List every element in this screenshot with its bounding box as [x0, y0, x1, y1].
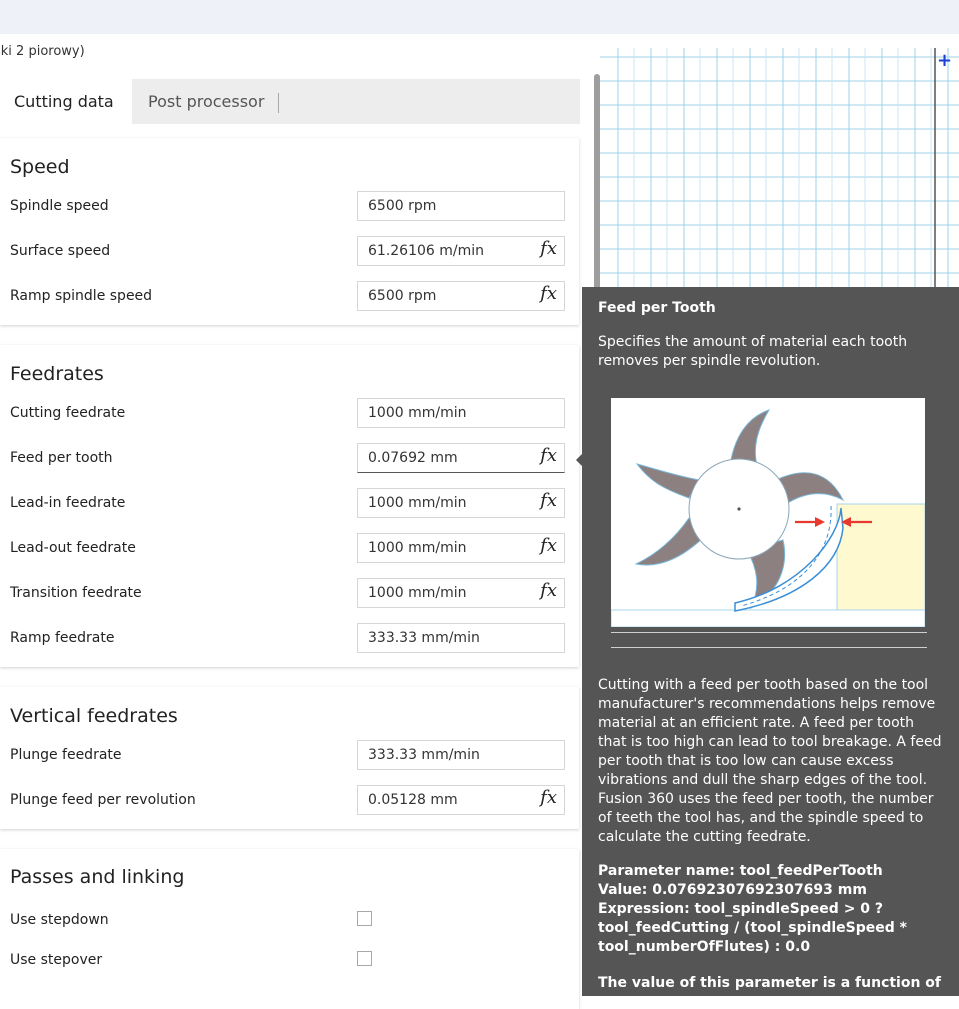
- grid-lines: [600, 48, 959, 296]
- origin-plus-icon: +: [937, 50, 953, 71]
- use-stepover-row: Use stepover: [10, 945, 566, 975]
- tooltip-function-note: The value of this parameter is a functio…: [598, 975, 942, 991]
- surface-speed-input[interactable]: 61.26106 m/min fx: [357, 236, 565, 266]
- passes-linking-section: Passes and linking Use stepdown Use step…: [0, 849, 579, 1009]
- formula-icon[interactable]: fx: [540, 490, 557, 511]
- feed-per-tooth-row: Feed per tooth 0.07692 mm fx: [10, 443, 566, 473]
- parameter-expression: Expression: tool_spindleSpeed > 0 ? tool…: [598, 901, 907, 955]
- field-label: Ramp spindle speed: [10, 288, 153, 304]
- ramp-feedrate-row: Ramp feedrate 333.33 mm/min: [10, 623, 566, 653]
- field-label: Plunge feed per revolution: [10, 792, 196, 808]
- lead-in-feedrate-input[interactable]: 1000 mm/min fx: [357, 488, 565, 518]
- feed-per-tooth-illustration: [610, 398, 926, 628]
- formula-icon[interactable]: fx: [540, 238, 557, 259]
- ramp-feedrate-input[interactable]: 333.33 mm/min: [357, 623, 565, 653]
- section-title: Speed: [10, 156, 70, 178]
- transition-feedrate-input[interactable]: 1000 mm/min fx: [357, 578, 565, 608]
- graphics-canvas[interactable]: [600, 34, 959, 296]
- formula-icon[interactable]: fx: [540, 535, 557, 556]
- lead-in-feedrate-row: Lead-in feedrate 1000 mm/min fx: [10, 488, 566, 518]
- tab-post-processor[interactable]: Post processor: [132, 79, 280, 124]
- feed-per-tooth-input[interactable]: 0.07692 mm fx: [357, 443, 565, 473]
- section-title: Vertical feedrates: [10, 705, 178, 727]
- tab-cutting-data[interactable]: Cutting data: [0, 79, 132, 124]
- field-label: Lead-out feedrate: [10, 540, 136, 556]
- plunge-feed-per-revolution-row: Plunge feed per revolution 0.05128 mm fx: [10, 785, 566, 815]
- field-label: Spindle speed: [10, 198, 109, 214]
- field-label: Use stepdown: [10, 912, 109, 928]
- parameter-name: Parameter name: tool_feedPerTooth: [598, 863, 883, 879]
- cutting-feedrate-row: Cutting feedrate 1000 mm/min: [10, 398, 566, 428]
- lead-out-feedrate-row: Lead-out feedrate 1000 mm/min fx: [10, 533, 566, 563]
- tooltip-parameter-info: Parameter name: tool_feedPerTooth Value:…: [598, 862, 943, 957]
- plunge-feedrate-input[interactable]: 333.33 mm/min: [357, 740, 565, 770]
- field-label: Lead-in feedrate: [10, 495, 126, 511]
- ramp-spindle-speed-input[interactable]: 6500 rpm fx: [357, 281, 565, 311]
- plunge-feed-per-revolution-input[interactable]: 0.05128 mm fx: [357, 785, 565, 815]
- tooltip-divider: [611, 632, 927, 633]
- vertical-feedrates-section: Vertical feedrates Plunge feedrate 333.3…: [0, 687, 579, 829]
- formula-icon[interactable]: fx: [540, 580, 557, 601]
- ramp-spindle-speed-row: Ramp spindle speed 6500 rpm fx: [10, 281, 566, 311]
- plunge-feedrate-row: Plunge feedrate 333.33 mm/min: [10, 740, 566, 770]
- field-label: Use stepover: [10, 952, 103, 968]
- field-label: Surface speed: [10, 243, 111, 259]
- parameter-value: Value: 0.07692307692307693 mm: [598, 882, 867, 898]
- tab-bar: Cutting data Post processor: [0, 79, 580, 124]
- use-stepover-checkbox[interactable]: [357, 951, 372, 966]
- dialog-subtitle: ski 2 piorowy): [0, 44, 85, 59]
- speed-section: Speed Spindle speed 6500 rpm Surface spe…: [0, 138, 579, 325]
- tooltip-body: Cutting with a feed per tooth based on t…: [598, 677, 942, 845]
- formula-icon[interactable]: fx: [540, 787, 557, 808]
- tooltip-divider: [611, 647, 927, 648]
- formula-icon[interactable]: fx: [540, 445, 557, 466]
- field-label: Transition feedrate: [10, 585, 142, 601]
- surface-speed-row: Surface speed 61.26106 m/min fx: [10, 236, 566, 266]
- spindle-speed-input[interactable]: 6500 rpm: [357, 191, 565, 221]
- top-bar: [0, 0, 959, 34]
- use-stepdown-row: Use stepdown: [10, 905, 566, 935]
- section-title: Feedrates: [10, 363, 104, 385]
- field-label: Cutting feedrate: [10, 405, 126, 421]
- field-label: Plunge feedrate: [10, 747, 122, 763]
- lead-out-feedrate-input[interactable]: 1000 mm/min fx: [357, 533, 565, 563]
- field-label: Feed per tooth: [10, 450, 113, 466]
- field-label: Ramp feedrate: [10, 630, 115, 646]
- tooltip-title: Feed per Tooth: [598, 300, 716, 316]
- spindle-speed-row: Spindle speed 6500 rpm: [10, 191, 566, 221]
- use-stepdown-checkbox[interactable]: [357, 911, 372, 926]
- section-title: Passes and linking: [10, 866, 185, 888]
- tooltip-description: Specifies the amount of material each to…: [598, 334, 908, 369]
- cutting-feedrate-input[interactable]: 1000 mm/min: [357, 398, 565, 428]
- feedrates-section: Feedrates Cutting feedrate 1000 mm/min F…: [0, 345, 579, 667]
- transition-feedrate-row: Transition feedrate 1000 mm/min fx: [10, 578, 566, 608]
- formula-icon[interactable]: fx: [540, 283, 557, 304]
- feed-per-tooth-tooltip: Feed per Tooth Specifies the amount of m…: [582, 287, 959, 996]
